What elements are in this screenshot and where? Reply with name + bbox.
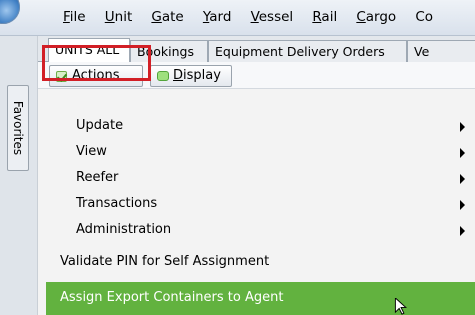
actions-menu: Update View Reefer Transactions Administ… <box>46 110 475 315</box>
mouse-cursor-icon <box>394 298 407 315</box>
menu-item-administration[interactable]: Administration <box>46 218 475 244</box>
favorites-label: Favorites <box>11 100 25 156</box>
display-button[interactable]: Display <box>150 65 232 87</box>
submenu-arrow-icon <box>460 148 465 158</box>
menu-gate[interactable]: Gate <box>151 9 183 25</box>
menu-item-assign-export-containers[interactable]: Assign Export Containers to Agent <box>46 282 475 315</box>
menu-rail[interactable]: Rail <box>312 9 337 25</box>
menu-bar: File Unit Gate Yard Vessel Rail Cargo Co <box>0 0 475 36</box>
menu-truncated[interactable]: Co <box>415 9 433 25</box>
menu-vessel[interactable]: Vessel <box>251 9 294 25</box>
favorites-tab[interactable]: Favorites <box>7 85 29 171</box>
tab-truncated[interactable]: Ve <box>407 40 475 63</box>
menu-yard[interactable]: Yard <box>203 9 232 25</box>
actions-highlight-box <box>42 45 151 81</box>
menu-item-transactions[interactable]: Transactions <box>46 192 475 218</box>
menu-file[interactable]: File <box>63 9 86 25</box>
menu-item-view[interactable]: View <box>46 140 475 166</box>
menu-item-reefer[interactable]: Reefer <box>46 166 475 192</box>
submenu-arrow-icon <box>460 174 465 184</box>
submenu-arrow-icon <box>460 200 465 210</box>
menu-unit[interactable]: Unit <box>105 9 133 25</box>
submenu-arrow-icon <box>460 122 465 132</box>
app-logo-icon[interactable] <box>0 0 20 24</box>
menu-items: File Unit Gate Yard Vessel Rail Cargo Co <box>63 9 448 25</box>
menu-item-update[interactable]: Update <box>46 114 475 140</box>
favorites-panel: Favorites <box>0 36 38 315</box>
tab-equipment-delivery-orders[interactable]: Equipment Delivery Orders <box>208 40 407 63</box>
submenu-arrow-icon <box>460 226 465 236</box>
menu-cargo[interactable]: Cargo <box>356 9 396 25</box>
menu-item-validate-pin[interactable]: Validate PIN for Self Assignment <box>46 250 475 276</box>
display-icon <box>157 71 169 81</box>
